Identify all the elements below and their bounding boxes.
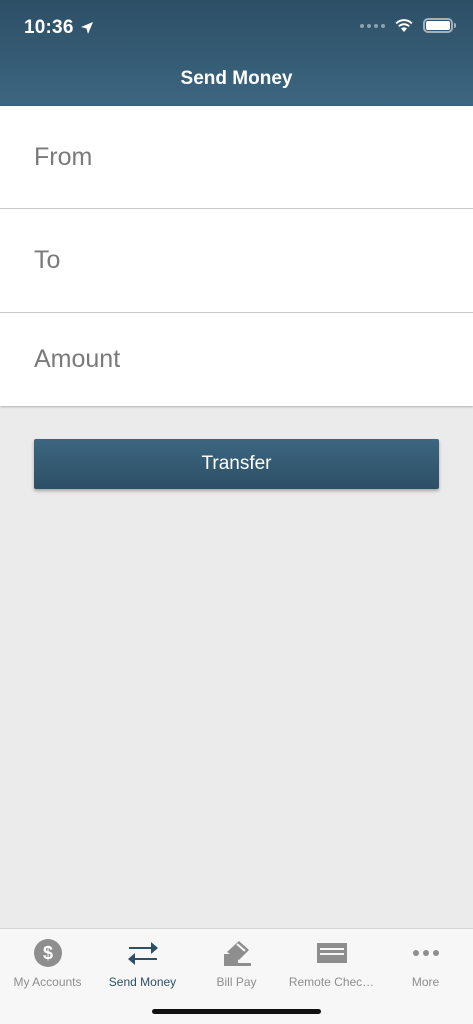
tab-bill-pay[interactable]: Bill Pay [189,929,284,989]
amount-input[interactable] [34,345,434,374]
status-bar-time: 10:36 [24,17,94,39]
more-dots-icon [411,935,441,971]
transfer-arrows-icon [127,935,159,971]
tab-label: Remote Chec… [288,975,375,989]
send-money-form [0,106,473,406]
tab-label: My Accounts [13,975,82,989]
home-indicator[interactable] [152,1009,321,1014]
amount-field[interactable] [0,313,473,406]
to-field[interactable] [0,209,473,313]
cellular-signal-icon [360,23,385,28]
status-bar-indicators [360,18,456,33]
status-time-label: 10:36 [24,17,74,38]
dollar-circle-icon: $ [33,935,63,971]
app-header: 10:36 Send Money [0,0,473,106]
transfer-button[interactable]: Transfer [34,439,439,489]
location-arrow-icon [80,22,93,34]
tab-label: More [411,975,440,989]
wifi-icon [395,18,413,32]
battery-icon [423,18,456,33]
page-title: Send Money [180,68,293,89]
tab-label: Send Money [108,975,177,989]
bill-pay-icon [221,935,253,971]
tab-label: Bill Pay [216,975,257,989]
svg-text:$: $ [42,943,52,963]
tab-send-money[interactable]: Send Money [95,929,190,989]
to-input[interactable] [34,246,434,275]
from-field[interactable] [0,106,473,209]
tab-remote-check[interactable]: Remote Chec… [284,929,379,989]
check-deposit-icon [316,935,348,971]
from-input[interactable] [34,142,434,172]
tab-my-accounts[interactable]: $ My Accounts [0,929,95,989]
tab-more[interactable]: More [378,929,473,989]
